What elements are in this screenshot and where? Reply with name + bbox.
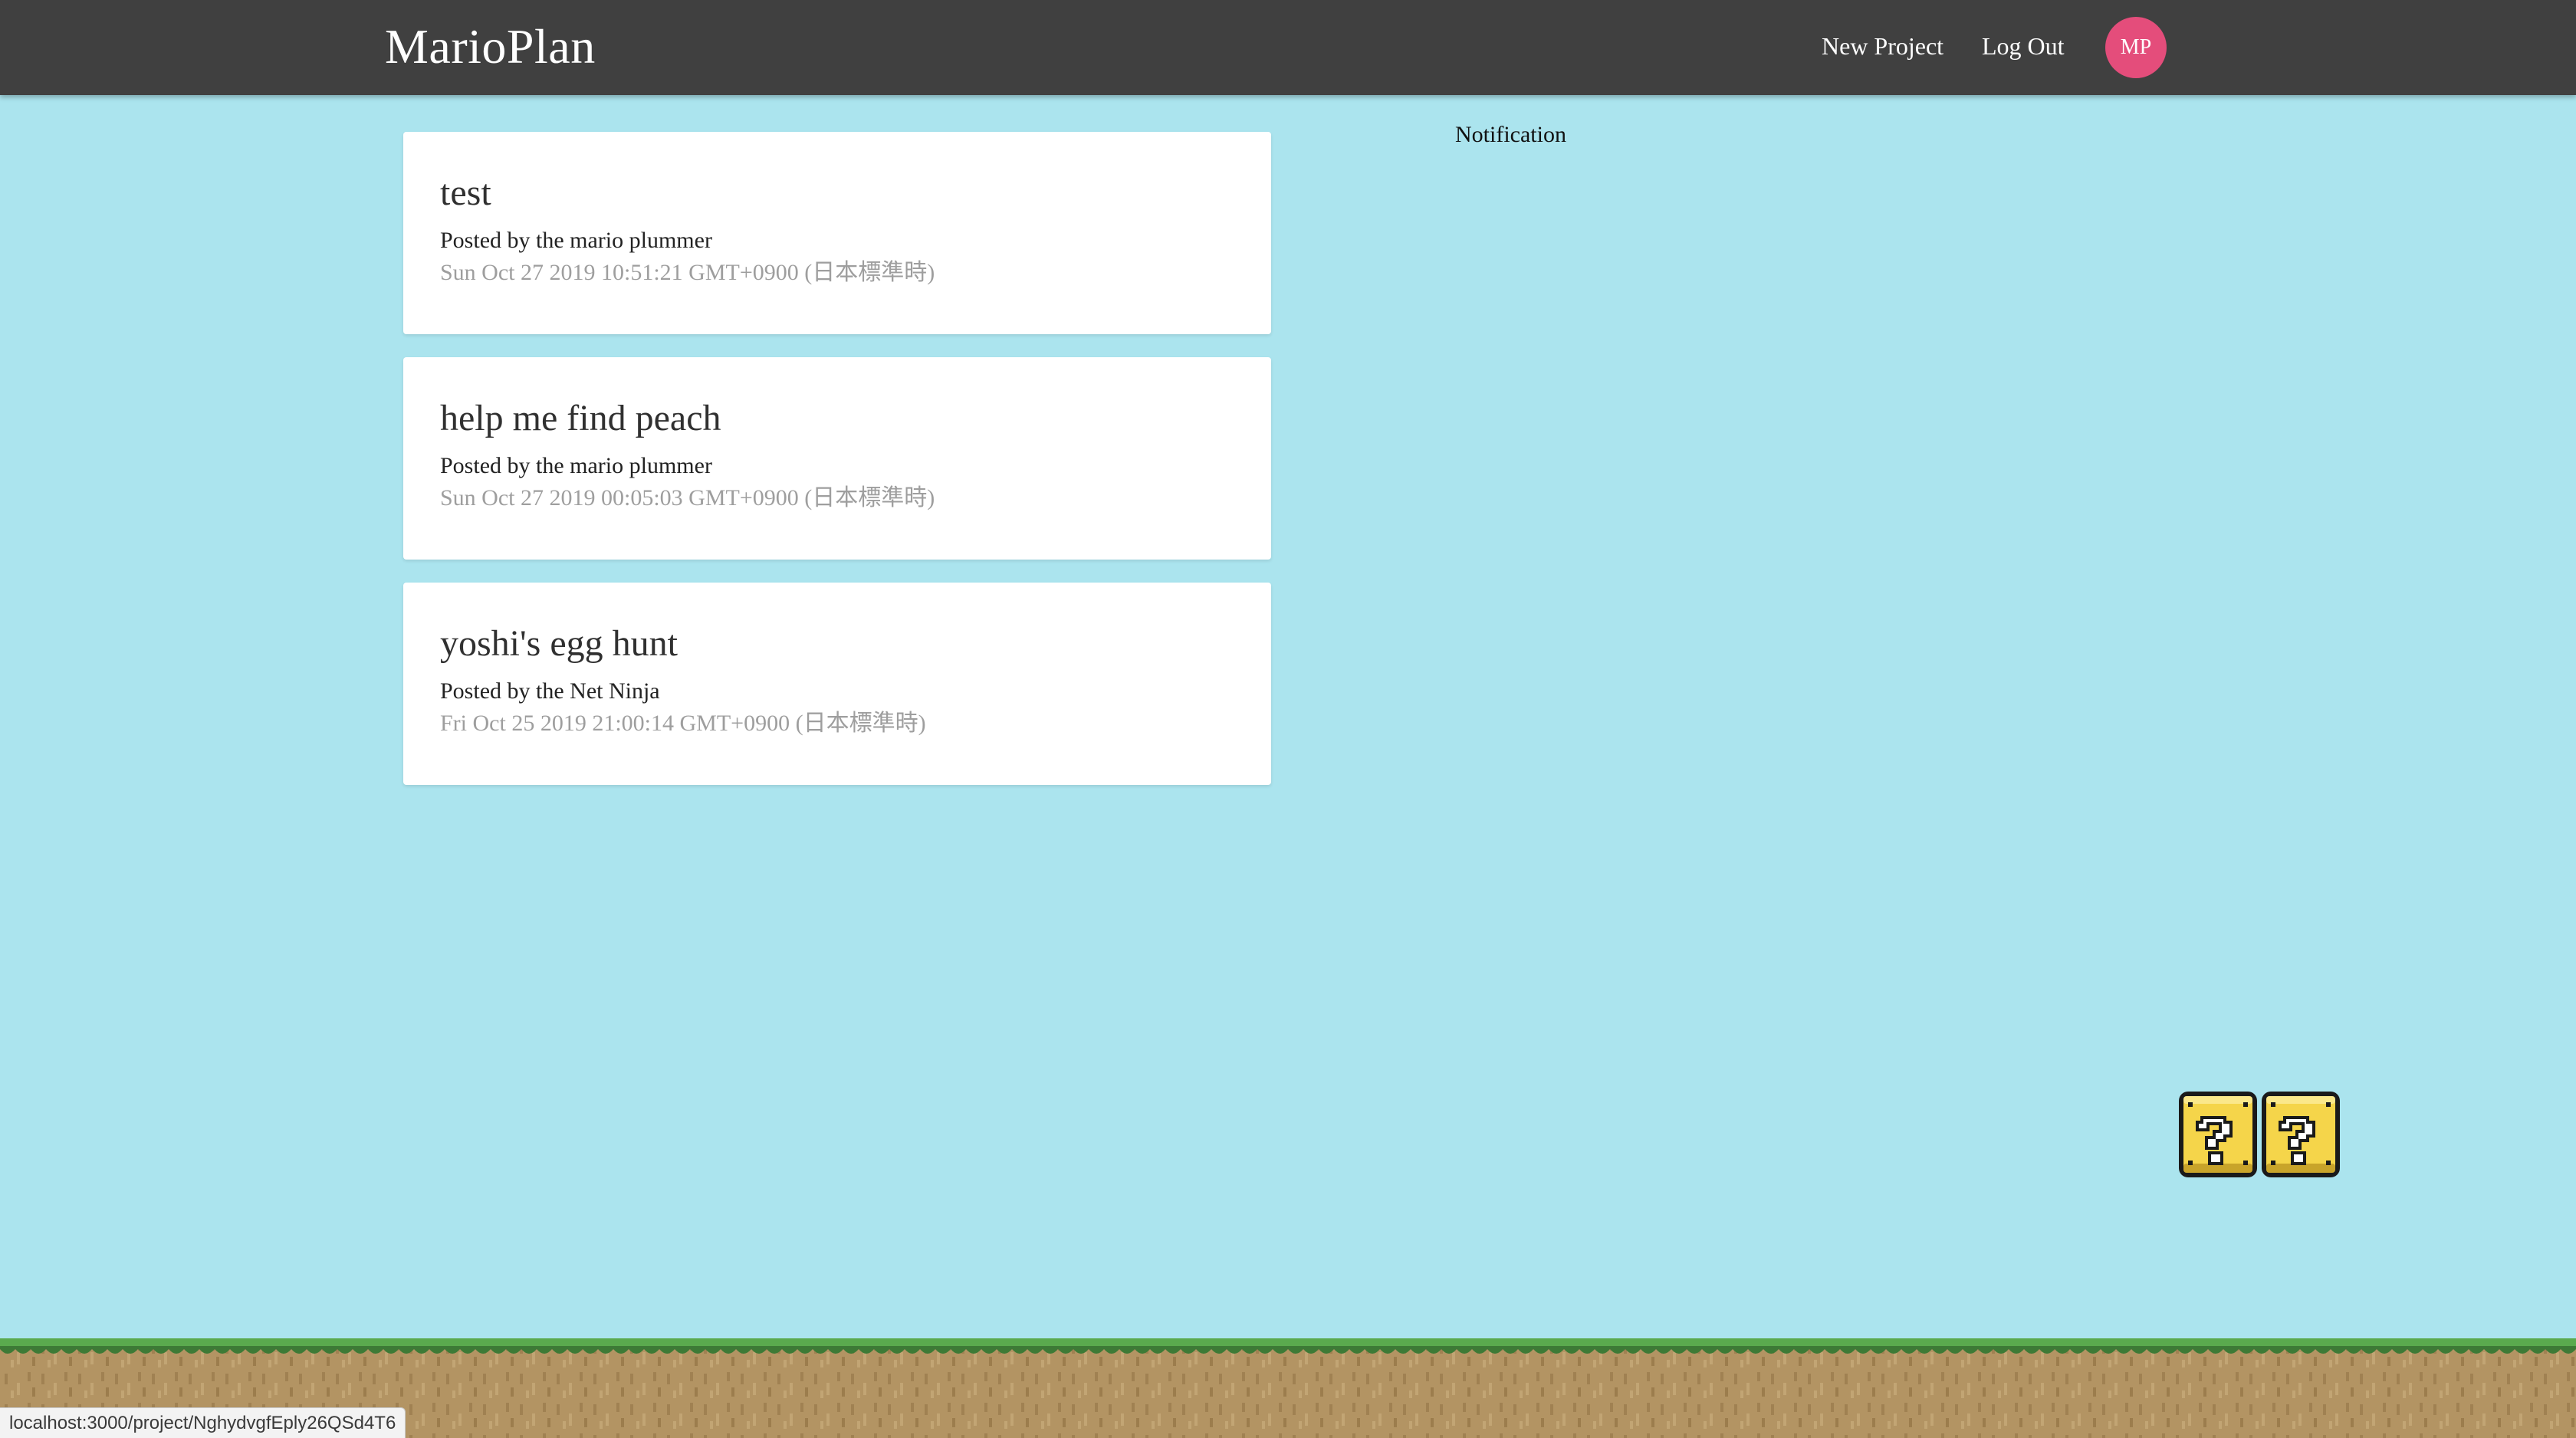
project-card[interactable]: help me find peach Posted by the mario p…	[403, 357, 1271, 560]
question-block-icon	[2179, 1092, 2340, 1177]
project-date: Sun Oct 27 2019 00:05:03 GMT+0900 (日本標準時…	[440, 485, 935, 511]
user-avatar-button[interactable]: MP	[2105, 17, 2167, 78]
notifications-title: Notification	[1455, 122, 1566, 147]
project-author: Posted by the Net Ninja	[440, 678, 660, 704]
status-bar-url: localhost:3000/project/NghydvgfEply26QSd…	[0, 1407, 406, 1438]
project-card[interactable]: test Posted by the mario plummer Sun Oct…	[403, 132, 1271, 334]
project-date: Fri Oct 25 2019 21:00:14 GMT+0900 (日本標準時…	[440, 711, 926, 736]
project-title: yoshi's egg hunt	[440, 623, 678, 664]
project-title: help me find peach	[440, 398, 721, 438]
project-date: Sun Oct 27 2019 10:51:21 GMT+0900 (日本標準時…	[440, 260, 935, 285]
project-author: Posted by the mario plummer	[440, 453, 712, 478]
project-title: test	[440, 172, 491, 213]
navbar: MarioPlan New Project Log Out MP	[0, 0, 2576, 95]
project-author: Posted by the mario plummer	[440, 228, 712, 253]
brand-logo-link[interactable]: MarioPlan	[385, 17, 596, 77]
new-project-link[interactable]: New Project	[1822, 31, 1944, 61]
log-out-link[interactable]: Log Out	[1982, 31, 2065, 61]
project-card[interactable]: yoshi's egg hunt Posted by the Net Ninja…	[403, 583, 1271, 785]
